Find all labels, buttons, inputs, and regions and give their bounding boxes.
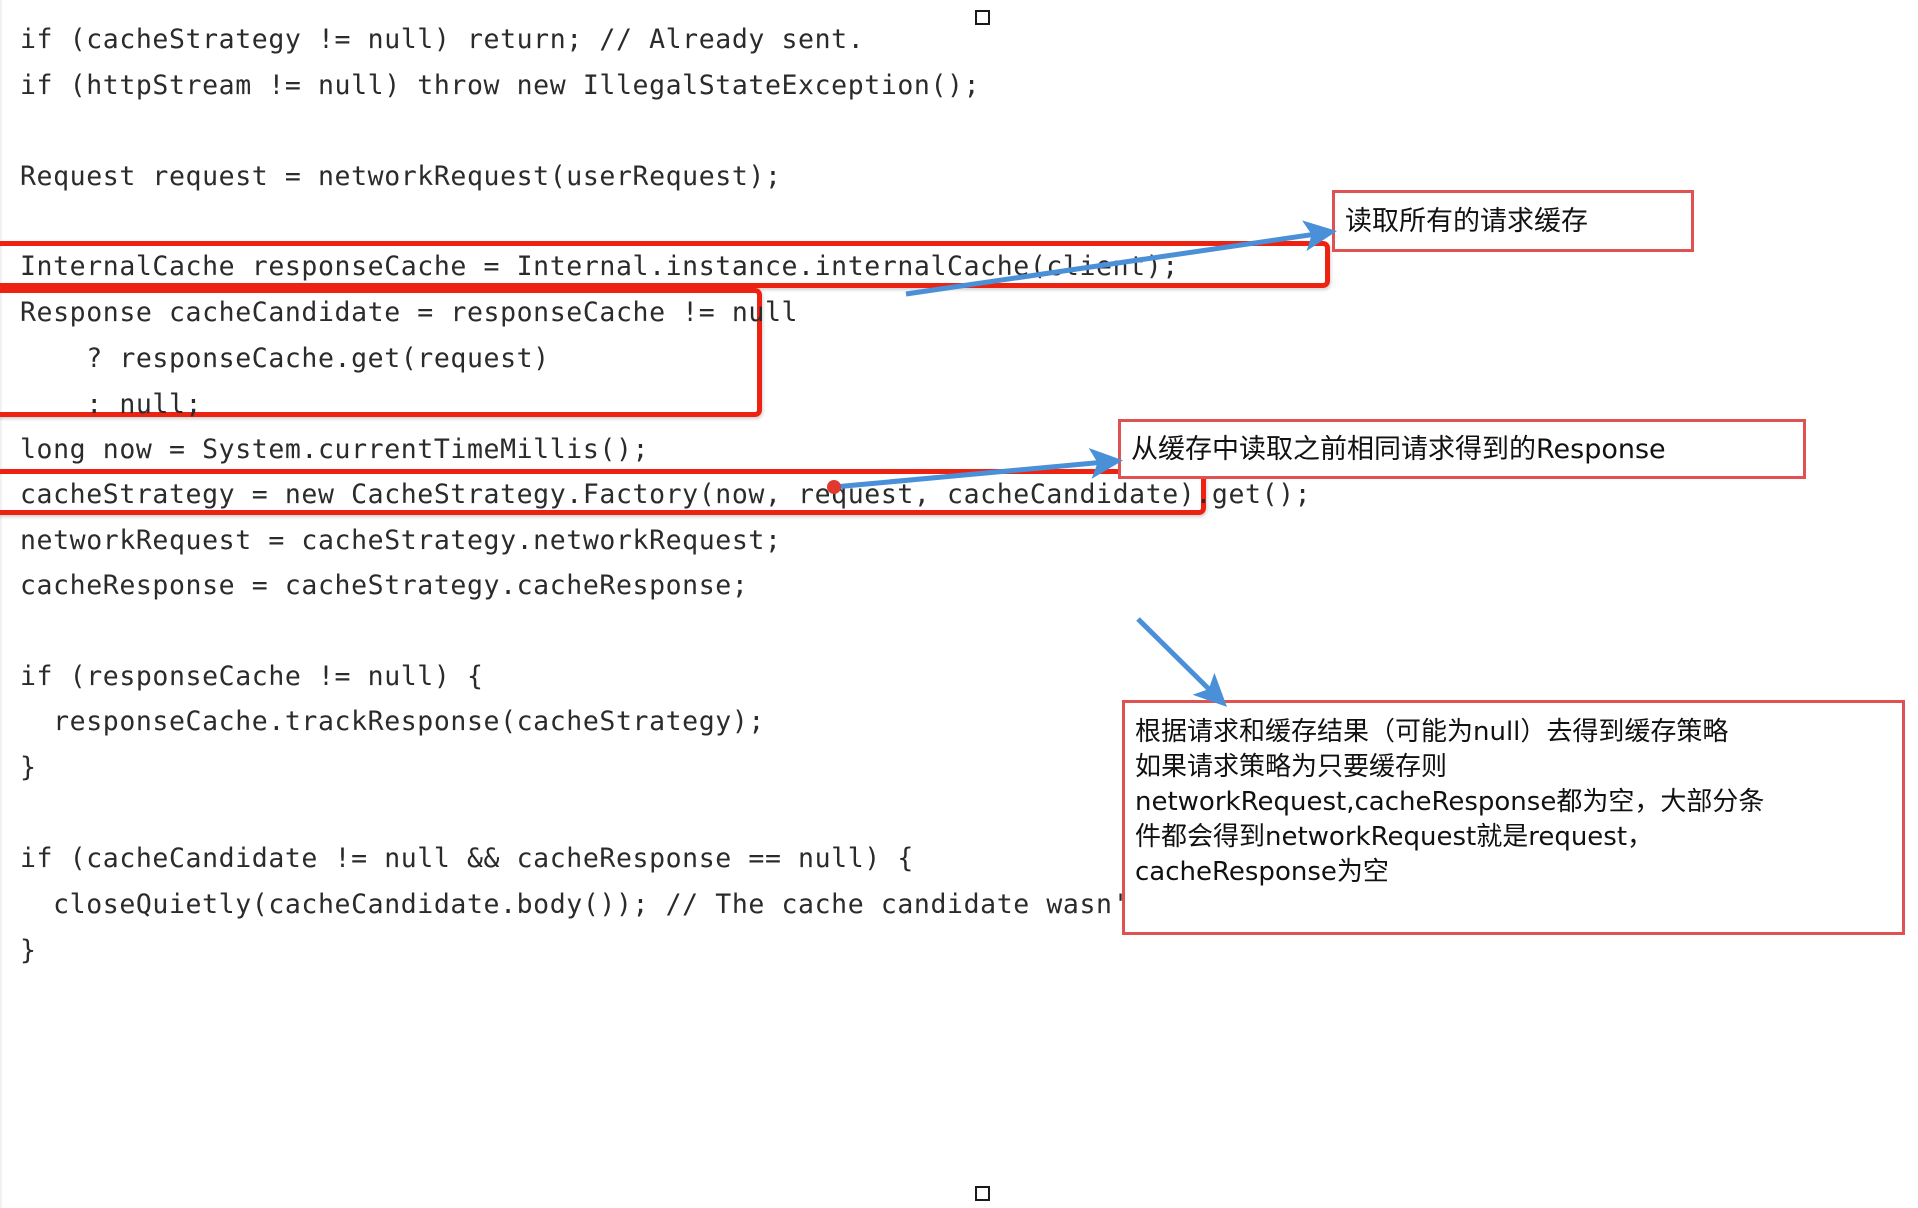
code-line: long now = System.currentTimeMillis(); — [20, 434, 650, 465]
annotation-read-previous-response-from-cache: 从缓存中读取之前相同请求得到的Response — [1118, 419, 1806, 479]
code-line: : null; — [20, 389, 203, 420]
code-line: InternalCache responseCache = Internal.i… — [20, 251, 1179, 282]
screenshot-canvas: if (cacheStrategy != null) return; // Al… — [0, 0, 1918, 1208]
bottom-square-marker — [975, 1186, 990, 1201]
annotation-cache-strategy-explanation: 根据请求和缓存结果（可能为null）去得到缓存策略 如果请求策略为只要缓存则 n… — [1122, 700, 1905, 935]
left-gutter — [0, 0, 2, 1208]
code-line: if (responseCache != null) { — [20, 661, 484, 692]
code-line: cacheStrategy = new CacheStrategy.Factor… — [20, 479, 1312, 510]
top-square-marker — [975, 10, 990, 25]
annotation-text: 读取所有的请求缓存 — [1345, 205, 1588, 237]
code-line: cacheResponse = cacheStrategy.cacheRespo… — [20, 570, 749, 601]
code-line: responseCache.trackResponse(cacheStrateg… — [20, 706, 765, 737]
code-line: networkRequest = cacheStrategy.networkRe… — [20, 525, 782, 556]
code-line: if (httpStream != null) throw new Illega… — [20, 70, 981, 101]
annotation-text: 根据请求和缓存结果（可能为null）去得到缓存策略 如果请求策略为只要缓存则 n… — [1135, 717, 1765, 887]
code-line: } — [20, 935, 37, 966]
source-code-block: if (cacheStrategy != null) return; // Al… — [0, 0, 1918, 1208]
code-line: if (cacheCandidate != null && cacheRespo… — [20, 843, 914, 874]
code-line: if (cacheStrategy != null) return; // Al… — [20, 24, 865, 55]
code-line: Request request = networkRequest(userReq… — [20, 161, 782, 192]
annotation-read-all-request-cache: 读取所有的请求缓存 — [1332, 190, 1694, 252]
code-line: Response cacheCandidate = responseCache … — [20, 297, 799, 328]
annotation-text: 从缓存中读取之前相同请求得到的Response — [1131, 433, 1666, 465]
code-line: } — [20, 752, 37, 783]
code-line: ? responseCache.get(request) — [20, 343, 550, 374]
